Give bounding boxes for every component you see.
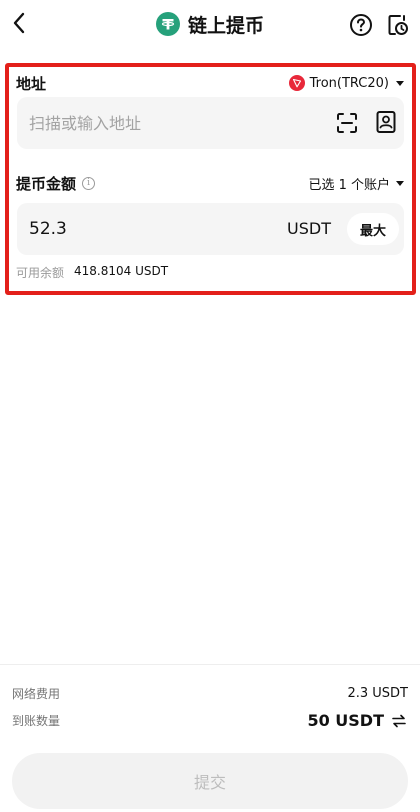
amount-input[interactable]	[29, 203, 229, 255]
address-book-icon	[376, 111, 396, 133]
header-bar: 链上提币	[0, 0, 420, 48]
tron-icon	[288, 75, 305, 91]
amount-unit: USDT	[287, 219, 331, 238]
address-input-box	[17, 97, 404, 149]
address-input[interactable]	[29, 97, 309, 149]
scan-icon	[337, 113, 357, 133]
footer-panel: 网络费用 2.3 USDT 到账数量 50 USDT 提交	[0, 664, 420, 812]
history-button[interactable]	[385, 12, 411, 38]
receive-label: 到账数量	[12, 714, 61, 728]
amount-label-group: 提币金额 i	[16, 173, 96, 194]
available-balance-row: 可用余额 418.8104 USDT	[16, 264, 168, 281]
help-button[interactable]	[348, 12, 374, 38]
account-selector-text: 已选 1 个账户	[308, 177, 390, 193]
address-label-row: 地址 Tron(TRC20)	[16, 71, 404, 95]
address-book-button[interactable]	[374, 110, 398, 134]
network-selector[interactable]: Tron(TRC20)	[288, 75, 404, 91]
withdraw-form: 地址 Tron(TRC20) 扫描或输入地址 提币金额 i 已选 1 个账户 5…	[5, 63, 416, 295]
swap-button[interactable]	[390, 712, 408, 730]
address-label: 地址	[16, 74, 47, 93]
amount-input-box: USDT 最大	[17, 203, 404, 255]
caret-down-icon	[396, 80, 404, 86]
caret-down-icon	[396, 180, 404, 186]
receive-group: 50 USDT	[307, 711, 408, 730]
fee-row: 网络费用 2.3 USDT	[12, 685, 408, 702]
receive-value: 50 USDT	[307, 711, 384, 730]
submit-button[interactable]: 提交	[12, 753, 408, 809]
available-label: 可用余额	[16, 266, 65, 280]
receive-row: 到账数量 50 USDT	[12, 711, 408, 730]
page-title: 链上提币	[187, 14, 264, 37]
fee-value: 2.3 USDT	[347, 686, 408, 701]
history-clock-icon	[388, 15, 408, 35]
swap-arrows-icon	[392, 714, 406, 727]
info-icon[interactable]: i	[82, 176, 96, 190]
scan-button[interactable]	[335, 111, 359, 135]
fee-label: 网络费用	[12, 687, 61, 701]
amount-label-row: 提币金额 i 已选 1 个账户	[16, 171, 404, 195]
max-button[interactable]: 最大	[347, 213, 399, 245]
question-icon	[350, 14, 372, 36]
amount-label: 提币金额	[16, 174, 77, 193]
tether-icon	[155, 12, 180, 36]
available-value: 418.8104 USDT	[74, 264, 169, 278]
account-selector[interactable]: 已选 1 个账户	[308, 174, 404, 193]
network-name: Tron(TRC20)	[309, 75, 389, 91]
